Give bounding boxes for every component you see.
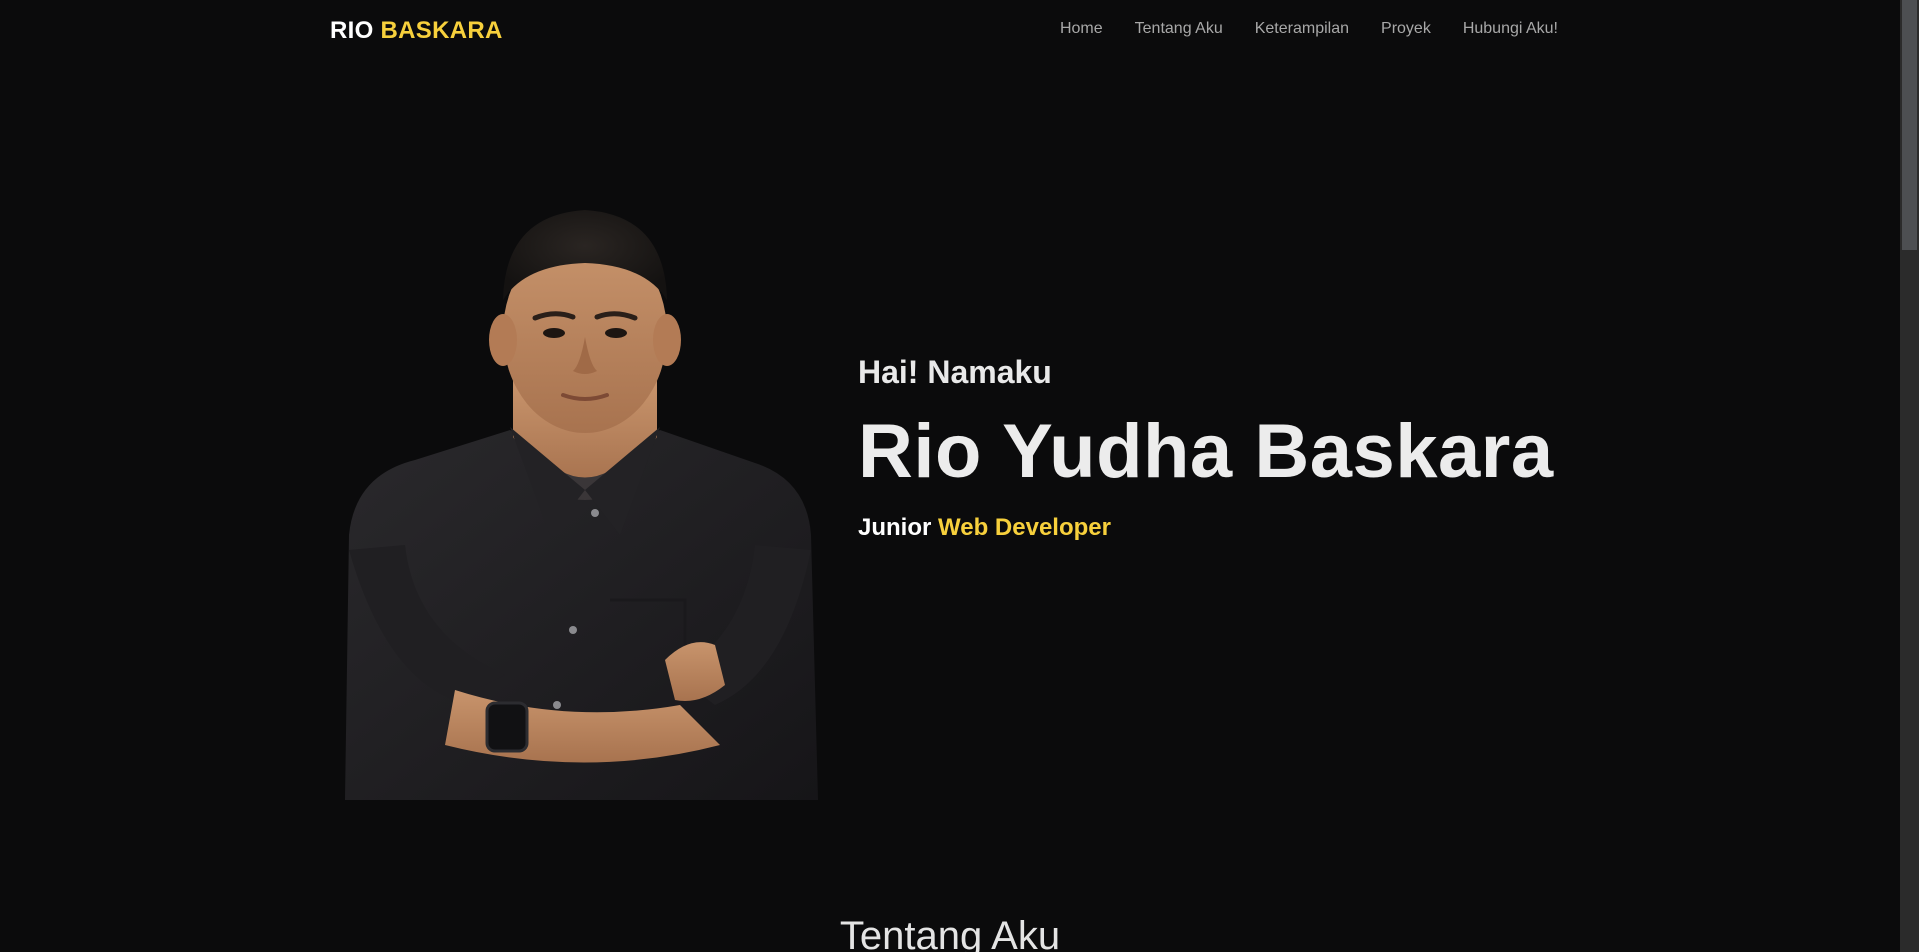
nav-links: Home Tentang Aku Keterampilan Proyek Hub… xyxy=(1060,20,1558,38)
portfolio-page: RIO BASKARA Home Tentang Aku Keterampila… xyxy=(0,0,1919,952)
hero-role: Junior Web Developer xyxy=(858,512,1578,544)
nav-link-tentang-aku[interactable]: Tentang Aku xyxy=(1135,20,1223,38)
role-highlight: Web Developer xyxy=(938,514,1111,541)
nav-link-keterampilan[interactable]: Keterampilan xyxy=(1255,20,1349,38)
scrollbar-thumb[interactable] xyxy=(1902,0,1917,250)
hero-text: Hai! Namaku Rio Yudha Baskara Junior Web… xyxy=(858,350,1578,544)
about-section-title: Tentang Aku xyxy=(839,914,1061,952)
page-scrollbar[interactable] xyxy=(1900,0,1919,952)
nav-link-home[interactable]: Home xyxy=(1060,20,1103,38)
brand-logo[interactable]: RIO BASKARA xyxy=(330,17,503,45)
role-prefix: Junior xyxy=(858,514,932,541)
nav-link-proyek[interactable]: Proyek xyxy=(1381,20,1431,38)
profile-photo xyxy=(345,210,818,800)
hero-greeting: Hai! Namaku xyxy=(858,354,1052,390)
brand-second: BASKARA xyxy=(380,17,503,44)
hero-name: Rio Yudha Baskara xyxy=(858,409,1554,494)
nav-link-hubungi-aku[interactable]: Hubungi Aku! xyxy=(1463,20,1558,38)
navbar: RIO BASKARA Home Tentang Aku Keterampila… xyxy=(0,0,1900,62)
brand-first: RIO xyxy=(330,17,374,44)
